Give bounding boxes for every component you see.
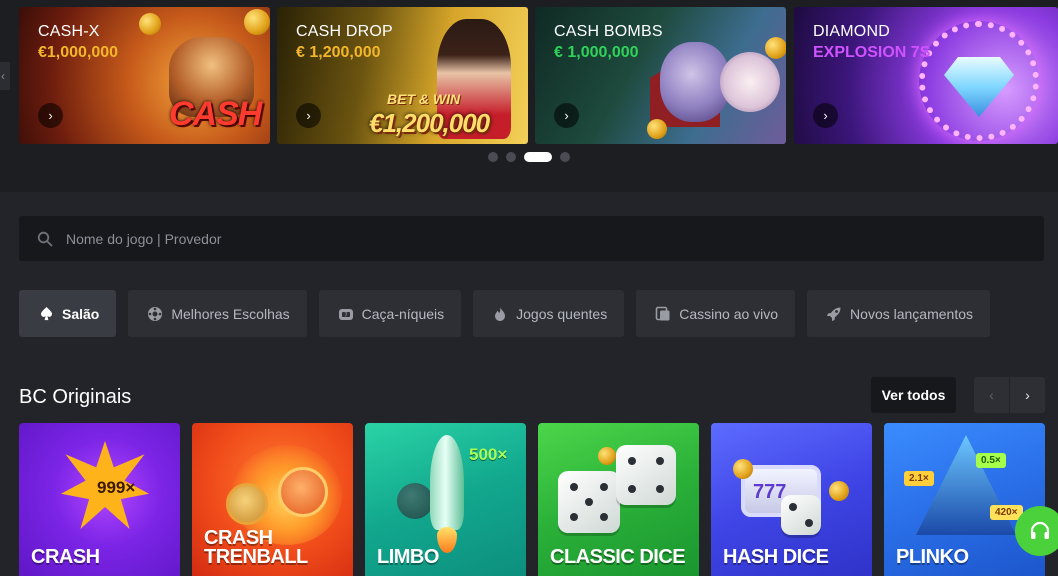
dice-icon [616, 445, 676, 505]
slot-icon: 7 [338, 306, 354, 322]
section-next-button[interactable]: › [1010, 377, 1045, 413]
multiplier-text: 999× [97, 478, 136, 497]
see-all-button[interactable]: Ver todos [871, 377, 956, 413]
carousel-pagination [488, 152, 570, 162]
rocket-illustration [430, 435, 464, 530]
banner-cash-x[interactable]: CASH CASH-X €1,000,000 › [19, 7, 270, 144]
promo-carousel: ‹ CASH CASH-X €1,000,000 › BET & WIN €1,… [0, 0, 1058, 192]
tab-caca-niqueis[interactable]: 7 Caça-níqueis [318, 290, 462, 337]
doge-coin-icon [226, 483, 268, 525]
tab-label: Novos lançamentos [850, 305, 973, 322]
chevron-right-icon: › [564, 108, 569, 123]
game-title: HASH DICE [723, 546, 829, 568]
tab-label: Cassino ao vivo [679, 305, 779, 322]
coin-icon [598, 447, 616, 465]
wheel-icon [147, 306, 163, 322]
section-title: BC Originais [19, 386, 132, 408]
chevron-right-icon: › [823, 108, 828, 123]
banner-amount: €1,000,000 [38, 44, 119, 61]
game-title-line: TRENBALL [204, 546, 308, 568]
tab-jogos-quentes[interactable]: Jogos quentes [473, 290, 625, 337]
banner-amount: € 1,200,000 [296, 44, 381, 61]
banner-arrow-button[interactable]: › [38, 103, 63, 128]
banner-title: DIAMOND [813, 23, 890, 40]
banner-arrow-button[interactable]: › [554, 103, 579, 128]
dice-icon [558, 471, 620, 533]
tab-label: Jogos quentes [516, 305, 608, 322]
banner-arrow-button[interactable]: › [296, 103, 321, 128]
game-card-plinko[interactable]: 2.1× 0.5× 420× PLINKO [884, 423, 1045, 576]
chevron-left-icon: ‹ [989, 387, 994, 403]
tab-salao[interactable]: Salão [19, 290, 117, 337]
chevron-right-icon: › [306, 108, 311, 123]
live-support-button[interactable] [1015, 506, 1058, 556]
multiplier-text: 500× [469, 445, 508, 464]
game-title: CLASSIC DICE [550, 546, 686, 568]
game-card-classic-dice[interactable]: CLASSIC DICE [538, 423, 699, 576]
rocket-icon [826, 306, 842, 322]
carousel-dot[interactable] [560, 152, 570, 162]
banner-title: CASH-X [38, 23, 100, 40]
tab-label: Caça-níqueis [361, 305, 445, 322]
game-title: CRASH [31, 546, 100, 568]
live-cards-icon [655, 306, 671, 322]
coin-icon [647, 119, 667, 139]
spade-icon [38, 306, 54, 322]
banner-arrow-button[interactable]: › [813, 103, 838, 128]
tab-cassino-ao-vivo[interactable]: Cassino ao vivo [636, 290, 796, 337]
rocket-flame-illustration [437, 527, 457, 553]
banner-cash-drop[interactable]: BET & WIN €1,200,000 CASH DROP € 1,200,0… [277, 7, 528, 144]
game-title: LIMBO [377, 546, 439, 568]
carousel-dot-active[interactable] [524, 152, 552, 162]
carousel-dot[interactable] [506, 152, 516, 162]
chevron-right-icon: › [1025, 387, 1030, 403]
banner-amount: € 1,000,000 [554, 44, 639, 61]
headset-icon [1030, 521, 1050, 539]
banner-title: CASH BOMBS [554, 23, 663, 40]
chevron-left-icon: ‹ [1, 69, 5, 83]
banner-title: CASH DROP [296, 23, 393, 40]
multiplier-tag: 2.1× [904, 471, 934, 486]
shiba-coin-icon [278, 467, 328, 517]
section-prev-button[interactable]: ‹ [974, 377, 1009, 413]
coin-icon [829, 481, 849, 501]
cash-x-logo: CASH [169, 95, 262, 133]
search-input[interactable] [66, 230, 966, 247]
banner-subtitle: EXPLOSION 7S [813, 44, 931, 61]
chevron-right-icon: › [48, 108, 53, 123]
game-card-crash[interactable]: 999× CRASH [19, 423, 180, 576]
banner-diamond-explosion[interactable]: DIAMOND EXPLOSION 7S › [794, 7, 1058, 144]
sheep-illustration [720, 52, 780, 112]
banner-cash-bombs[interactable]: CASH BOMBS € 1,000,000 › [535, 7, 786, 144]
flame-icon [492, 306, 508, 322]
game-title: CRASH TRENBALL [204, 528, 308, 568]
game-card-hash-dice[interactable]: 777 HASH DICE [711, 423, 872, 576]
carousel-prev-button[interactable]: ‹ [0, 62, 10, 90]
game-search-bar[interactable] [19, 216, 1044, 261]
coin-icon [733, 459, 753, 479]
category-tabs: Salão Melhores Escolhas 7 Caça-níqueis J… [19, 290, 990, 337]
tab-label: Salão [62, 305, 100, 322]
coin-icon [139, 13, 161, 35]
game-card-limbo[interactable]: 500× LIMBO [365, 423, 526, 576]
bet-win-text: BET & WIN [387, 91, 461, 107]
tab-label: Melhores Escolhas [171, 305, 290, 322]
tab-novos-lancamentos[interactable]: Novos lançamentos [807, 290, 990, 337]
tab-melhores-escolhas[interactable]: Melhores Escolhas [128, 290, 307, 337]
coin-icon [765, 37, 786, 59]
planet-illustration [397, 483, 433, 519]
multiplier-tag: 0.5× [976, 453, 1006, 468]
dice-icon [781, 495, 821, 535]
prize-amount-text: €1,200,000 [369, 108, 490, 138]
game-title: PLINKO [896, 546, 969, 568]
game-card-crash-trenball[interactable]: CRASH TRENBALL [192, 423, 353, 576]
search-icon [37, 231, 53, 246]
svg-text:7: 7 [344, 312, 347, 318]
coin-icon [244, 9, 270, 35]
carousel-dot[interactable] [488, 152, 498, 162]
